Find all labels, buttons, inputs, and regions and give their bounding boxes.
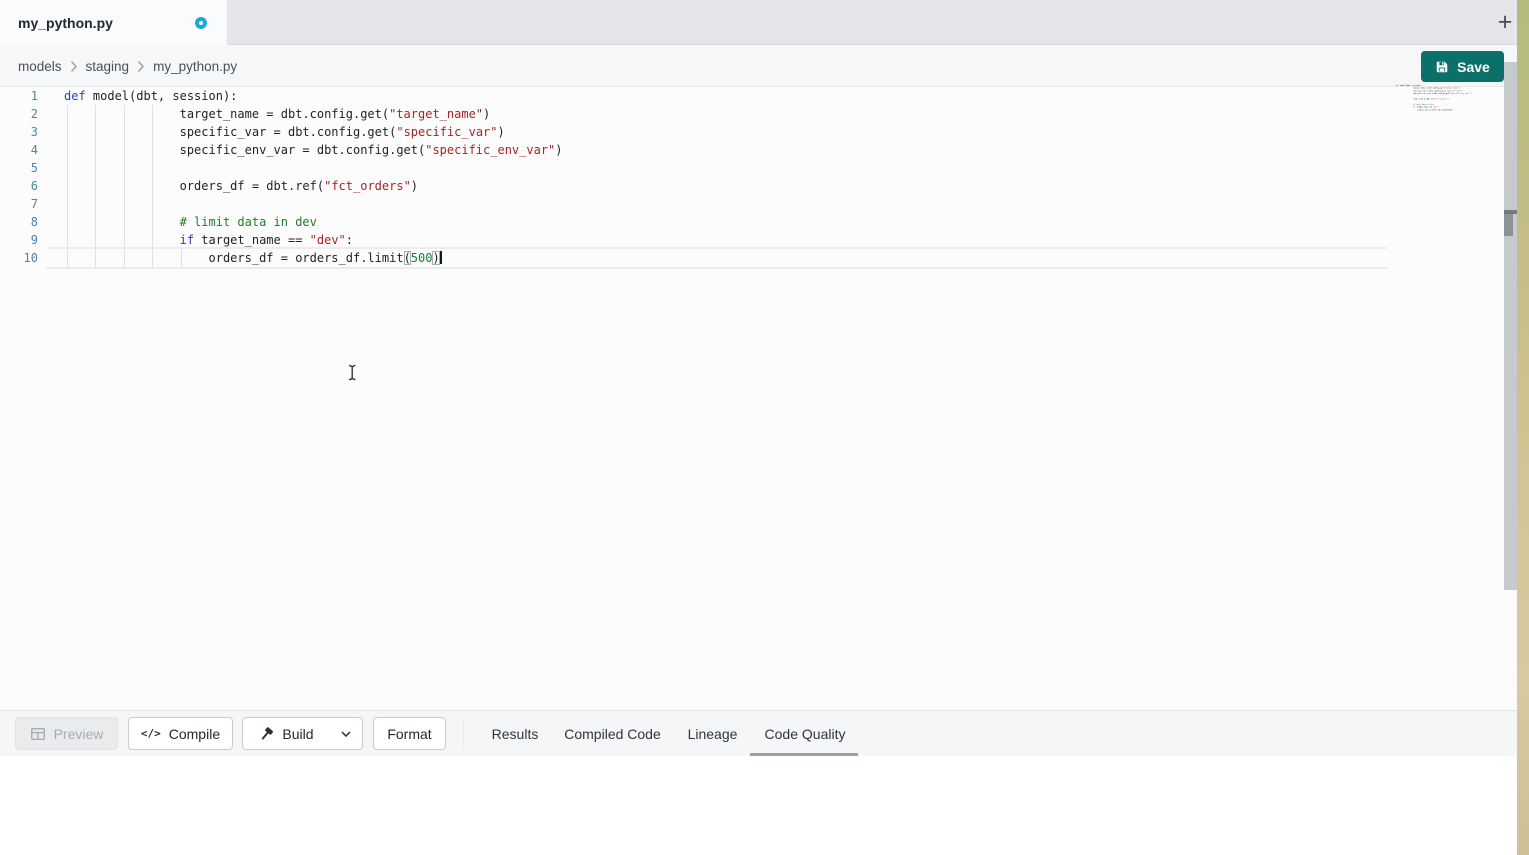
build-button[interactable]: Build [242, 717, 330, 750]
minimap[interactable]: def model(dbt, session): target_name = d… [1396, 84, 1506, 129]
preview-button[interactable]: Preview [15, 717, 118, 750]
code-line[interactable]: 1def model(dbt, session): [0, 87, 563, 105]
code-line[interactable]: 8 # limit data in dev [0, 213, 563, 231]
format-button-label: Format [387, 726, 431, 742]
tab-lineage[interactable]: Lineage [675, 711, 750, 756]
tab-my-python-py[interactable]: my_python.py [0, 0, 227, 45]
ide-window: my_python.py + models staging my_python.… [0, 0, 1529, 855]
line-number: 3 [0, 123, 38, 141]
bottom-toolbar: Preview </> Compile Build Form [0, 710, 1529, 756]
save-icon [1435, 60, 1449, 74]
line-number: 9 [0, 231, 38, 249]
format-button[interactable]: Format [373, 717, 446, 750]
line-number: 10 [0, 249, 38, 267]
code-line[interactable]: 6 orders_df = dbt.ref("fct_orders") [0, 177, 563, 195]
line-number: 1 [0, 87, 38, 105]
code-line[interactable]: 3 specific_var = dbt.config.get("specifi… [0, 123, 563, 141]
code-line[interactable]: 5 [0, 159, 563, 177]
line-number: 5 [0, 159, 38, 177]
code-line[interactable]: 4 specific_env_var = dbt.config.get("spe… [0, 141, 563, 159]
breadcrumb-bar: models staging my_python.py [0, 45, 1529, 87]
code-line[interactable]: 10 orders_df = orders_df.limit(500) [0, 249, 563, 267]
preview-button-label: Preview [54, 726, 104, 742]
compile-button[interactable]: </> Compile [128, 717, 233, 750]
preview-table-icon [30, 726, 46, 742]
tab-code-quality[interactable]: Code Quality [755, 711, 855, 756]
unsaved-changes-dot-icon [195, 17, 207, 29]
breadcrumb-item-filename: my_python.py [153, 59, 237, 74]
text-cursor-icon [347, 364, 358, 386]
new-tab-button[interactable]: + [1492, 8, 1518, 36]
breadcrumb-item-models: models [18, 59, 62, 74]
save-button-label: Save [1457, 59, 1490, 75]
toolbar-divider [463, 717, 464, 750]
code-line[interactable]: 2 target_name = dbt.config.get("target_n… [0, 105, 563, 123]
code-line[interactable]: 9 if target_name == "dev": [0, 231, 563, 249]
chevron-right-icon [70, 60, 78, 73]
breadcrumb: models staging my_python.py [18, 45, 237, 87]
compile-button-label: Compile [169, 726, 220, 742]
code-line[interactable]: 7 [0, 195, 563, 213]
editor-tab-bar: my_python.py + [0, 0, 1529, 45]
editor-caret [440, 251, 442, 264]
tab-results[interactable]: Results [480, 711, 550, 756]
vertical-scrollbar-track[interactable] [1504, 62, 1517, 590]
line-number: 2 [0, 105, 38, 123]
line-number: 8 [0, 213, 38, 231]
desktop-wallpaper-edge [1517, 0, 1529, 855]
line-number: 7 [0, 195, 38, 213]
save-button[interactable]: Save [1421, 51, 1504, 82]
build-button-label: Build [282, 726, 313, 742]
build-dropdown-button[interactable] [329, 717, 363, 750]
code-lines: 1def model(dbt, session):2 target_name =… [0, 87, 563, 267]
chevron-right-icon [137, 60, 145, 73]
minimap-content: def model(dbt, session): target_name = d… [1396, 84, 1413, 111]
code-quality-panel [0, 756, 1529, 855]
line-number: 4 [0, 141, 38, 159]
chevron-down-icon [339, 727, 353, 741]
tab-compiled-code[interactable]: Compiled Code [555, 711, 670, 756]
line-number: 6 [0, 177, 38, 195]
hammer-icon [258, 726, 274, 742]
code-editor[interactable]: 1def model(dbt, session):2 target_name =… [0, 87, 1529, 710]
code-icon: </> [141, 727, 161, 740]
vertical-scrollbar-handle[interactable] [1504, 214, 1513, 236]
tab-filename-label: my_python.py [18, 15, 113, 31]
breadcrumb-item-staging: staging [86, 59, 130, 74]
